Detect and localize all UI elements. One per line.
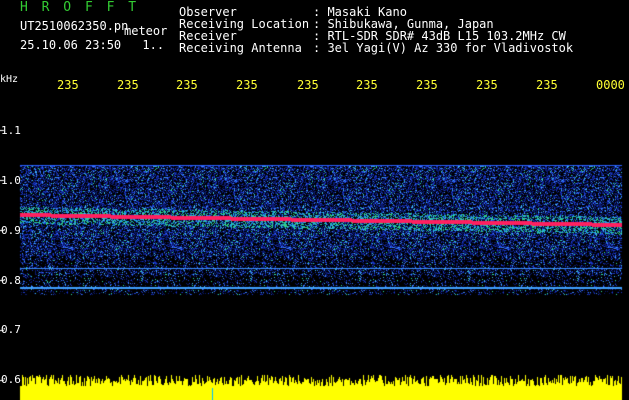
- file-name: UT2510062350.pn: [20, 19, 129, 33]
- time-label: 235: [117, 78, 139, 92]
- freq-unit-label: kHz: [0, 74, 19, 85]
- app-title: H R O F F T: [20, 0, 140, 15]
- time-label: 235: [536, 78, 558, 92]
- date-time-value: 25.10.06 23:50: [20, 38, 122, 52]
- freq-label: 0.8: [1, 274, 21, 287]
- time-label: 235: [297, 78, 319, 92]
- freq-label: 0.7: [1, 323, 21, 336]
- time-label: 235: [176, 78, 198, 92]
- time-label: 235: [476, 78, 498, 92]
- freq-label: 0.9: [1, 224, 21, 237]
- antenna-value: : 3el Yagi(V) Az 330 for Vladivostok: [313, 41, 574, 55]
- freq-label: 1.0: [1, 174, 21, 187]
- file-type: meteor: [124, 24, 168, 38]
- counter: 1..: [142, 38, 165, 52]
- time-label: 235: [57, 78, 79, 92]
- time-label: 235: [416, 78, 438, 92]
- time-label: 235: [236, 78, 258, 92]
- spectrogram-canvas: [0, 0, 629, 400]
- time-label: 0000: [596, 78, 625, 92]
- time-label: 235: [356, 78, 378, 92]
- freq-label: 1.1: [1, 124, 21, 137]
- date-time: 25.10.06 23:50 1..: [20, 38, 164, 52]
- freq-label: 0.6: [1, 373, 21, 386]
- antenna-label: Receiving Antenna: [179, 41, 302, 55]
